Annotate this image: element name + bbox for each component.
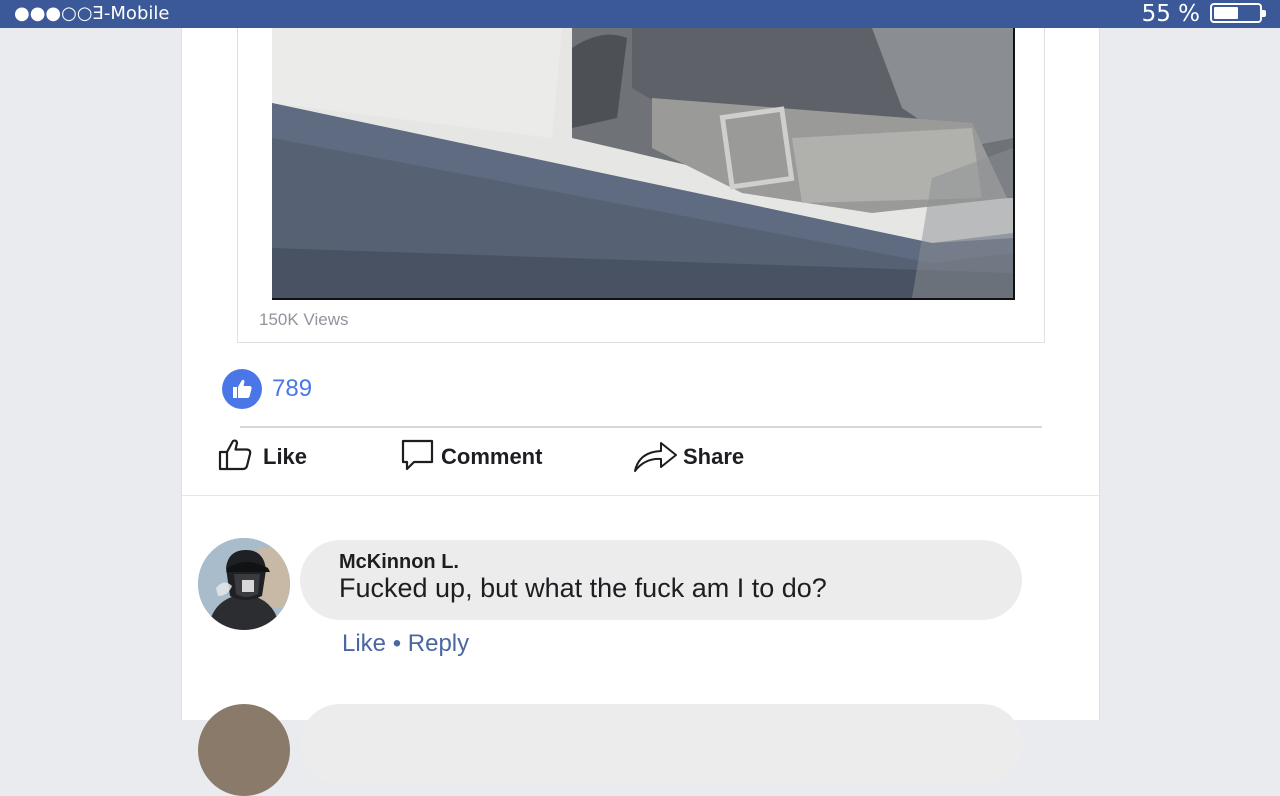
battery-level-fill: [1214, 7, 1238, 19]
battery-icon: [1210, 3, 1266, 23]
battery-nub: [1262, 10, 1266, 17]
video-attachment: 150K Views: [237, 28, 1045, 343]
comment-actions-separator: •: [386, 630, 408, 657]
comment-item-partial: [198, 704, 1028, 796]
video-thumbnail[interactable]: [272, 28, 1015, 300]
comment-like-link[interactable]: Like: [342, 630, 386, 657]
comment-label: Comment: [441, 444, 543, 469]
actions-divider: [240, 426, 1042, 428]
carrier-label: ●●●○○Ǝ-Mobile: [14, 3, 170, 24]
thumbs-up-outline-icon: [218, 439, 252, 471]
comment-text: Fucked up, but what the fuck am I to do?: [339, 573, 827, 603]
video-view-count: 150K Views: [259, 310, 349, 329]
share-label: Share: [683, 444, 745, 469]
post-card: 150K Views 789 Like Comment Share McKinn…: [181, 28, 1100, 796]
video-frame-image: [272, 28, 1013, 298]
comment-bubble: [300, 704, 1022, 784]
comment-item: McKinnon L. Fucked up, but what the fuck…: [198, 538, 1028, 668]
battery-percent: 55 %: [1141, 1, 1200, 27]
share-arrow-icon: [634, 442, 677, 472]
like-button[interactable]: Like: [218, 438, 318, 474]
reaction-count: 789: [272, 375, 313, 402]
like-label: Like: [263, 444, 308, 469]
comment-author[interactable]: McKinnon L.: [339, 551, 459, 574]
comments-separator: [182, 495, 1099, 496]
thumbs-up-icon: [222, 369, 262, 409]
status-bar: ●●●○○Ǝ-Mobile 55 %: [0, 0, 1280, 28]
comment-actions: Like • Reply: [342, 630, 469, 658]
share-button[interactable]: Share: [633, 438, 763, 474]
avatar[interactable]: [198, 538, 290, 630]
comment-reply-link[interactable]: Reply: [408, 630, 469, 657]
comment-button[interactable]: Comment: [401, 438, 561, 474]
avatar[interactable]: [198, 704, 290, 796]
comment-bubble: McKinnon L. Fucked up, but what the fuck…: [300, 540, 1022, 620]
speech-bubble-icon: [401, 439, 434, 471]
